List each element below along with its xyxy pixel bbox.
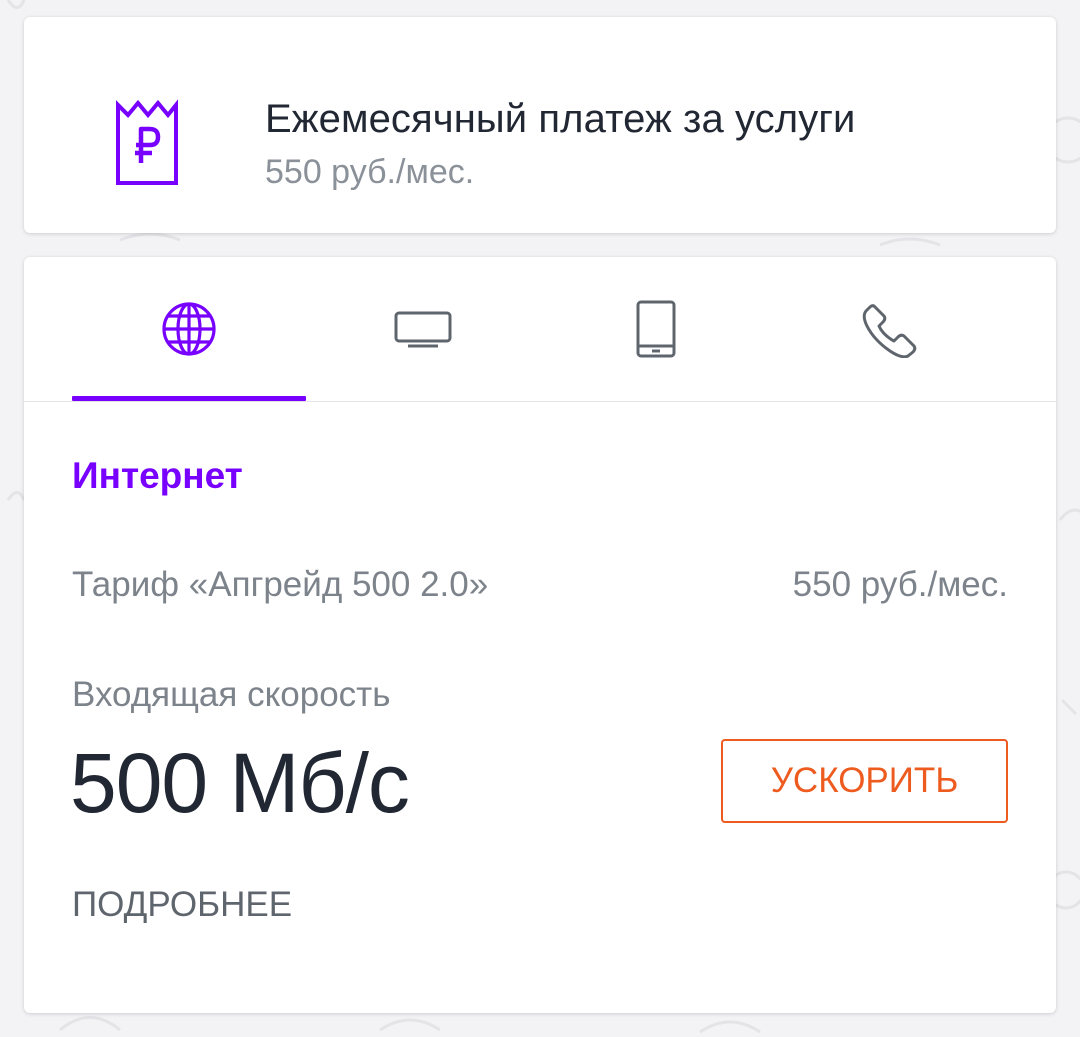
monthly-payment-card[interactable]: Ежемесячный платеж за услуги 550 руб./ме… [24, 17, 1056, 233]
section-title: Интернет [72, 455, 243, 496]
ruble-receipt-icon [116, 99, 178, 185]
mobile-phone-icon [636, 300, 676, 358]
tariff-name: Тариф «Апгрейд 500 2.0» [72, 565, 489, 604]
service-tabs [24, 257, 1056, 402]
globe-icon [162, 302, 216, 356]
tv-icon [394, 311, 452, 348]
tab-mobile[interactable] [540, 257, 774, 401]
boost-speed-button[interactable]: УСКОРИТЬ [721, 739, 1008, 823]
tariff-price: 550 руб./мес. [792, 565, 1008, 604]
payment-title: Ежемесячный платеж за услуги [265, 97, 856, 141]
payment-amount: 550 руб./мес. [265, 153, 475, 191]
details-link[interactable]: ПОДРОБНЕЕ [72, 885, 292, 925]
active-tab-indicator [72, 396, 306, 401]
tab-internet[interactable] [72, 257, 306, 401]
tab-tv[interactable] [306, 257, 540, 401]
speed-value: 500 Мб/с [70, 736, 410, 830]
speed-label: Входящая скорость [72, 675, 391, 714]
tab-phone[interactable] [774, 257, 1008, 401]
services-card: Интернет Тариф «Апгрейд 500 2.0» 550 руб… [24, 257, 1056, 1013]
phone-handset-icon [862, 304, 917, 358]
